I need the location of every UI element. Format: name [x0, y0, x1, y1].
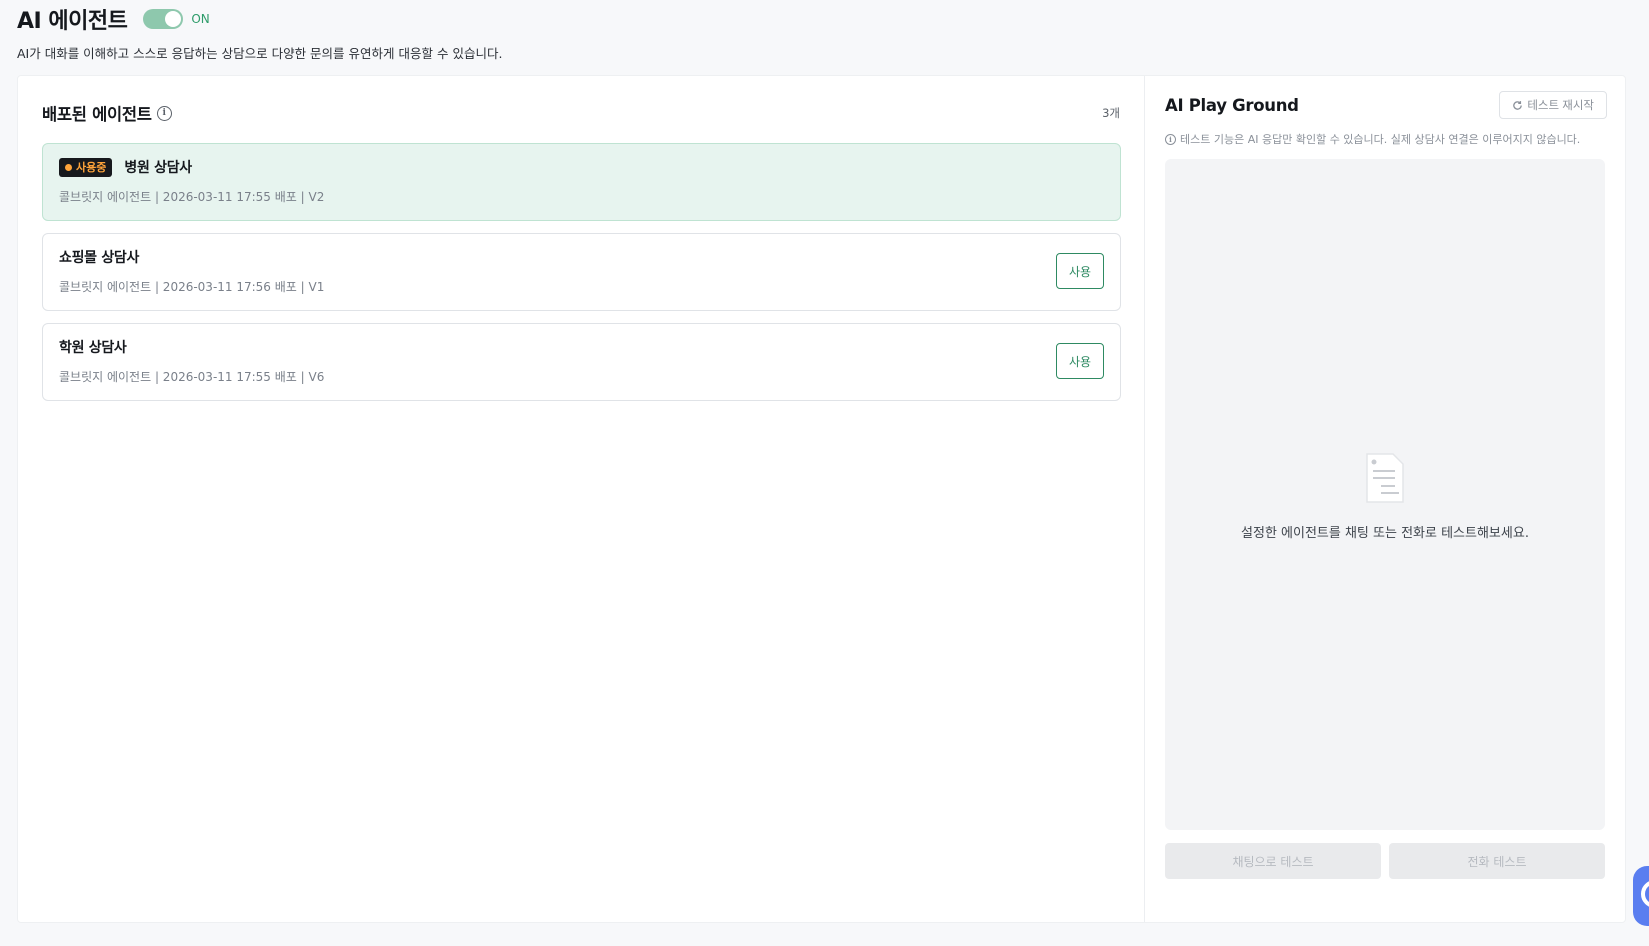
agent-name-row: 쇼핑몰 상담사	[59, 247, 1104, 267]
agent-meta: 콜브릿지 에이전트 | 2026-03-11 17:55 배포 | V6	[59, 370, 325, 384]
agent-list: 사용중 병원 상담사 콜브릿지 에이전트 | 2026-03-11 17:55 …	[42, 143, 1121, 413]
deployed-agents-header: 배포된 에이전트 i 3개	[42, 101, 1120, 125]
playground-buttons: 채팅으로 테스트 전화 테스트	[1165, 843, 1605, 879]
document-icon	[1366, 453, 1404, 503]
chat-test-button[interactable]: 채팅으로 테스트	[1165, 843, 1381, 879]
page-description: AI가 대화를 이해하고 스스로 응답하는 상담으로 다양한 문의를 유연하게 …	[17, 46, 503, 61]
toggle-knob	[165, 11, 182, 27]
agent-name: 쇼핑몰 상담사	[59, 250, 140, 266]
call-test-button[interactable]: 전화 테스트	[1389, 843, 1605, 879]
playground-title: AI Play Ground	[1165, 95, 1299, 115]
status-dot-icon	[65, 163, 72, 171]
info-icon: i	[1165, 133, 1176, 145]
info-icon[interactable]: i	[156, 105, 172, 121]
chat-widget-button[interactable]	[1633, 866, 1649, 926]
title-row: AI 에이전트 ON	[17, 4, 1617, 34]
empty-state-text: 설정한 에이전트를 채팅 또는 전화로 테스트해보세요.	[1241, 526, 1529, 541]
agent-card-hospital[interactable]: 사용중 병원 상담사 콜브릿지 에이전트 | 2026-03-11 17:55 …	[42, 143, 1121, 221]
chat-bubble-icon	[1641, 880, 1649, 908]
agent-meta: 콜브릿지 에이전트 | 2026-03-11 17:55 배포 | V2	[59, 190, 325, 204]
page-title: AI 에이전트	[17, 9, 128, 34]
deployed-agents-title: 배포된 에이전트	[42, 105, 152, 124]
restart-test-button[interactable]: 테스트 재시작	[1499, 91, 1607, 119]
playground-panel: AI Play Ground 테스트 재시작 i 테스트 기능은 AI 응답만 …	[1145, 76, 1627, 922]
playground-chat-area: 설정한 에이전트를 채팅 또는 전화로 테스트해보세요.	[1165, 159, 1605, 830]
agent-name-row: 사용중 병원 상담사	[59, 157, 1104, 177]
restart-test-label: 테스트 재시작	[1527, 100, 1594, 112]
agent-name: 학원 상담사	[59, 340, 127, 356]
toggle-status-label: ON	[191, 12, 210, 26]
deployed-agents-title-wrap: 배포된 에이전트 i	[42, 101, 172, 125]
main-card: 배포된 에이전트 i 3개 사용중 병원 상담사 콜브릿지 에이전트 | 202…	[17, 75, 1626, 923]
use-button[interactable]: 사용	[1056, 253, 1104, 289]
agent-name: 병원 상담사	[124, 160, 192, 176]
agent-name-row: 학원 상담사	[59, 337, 1104, 357]
in-use-badge: 사용중	[59, 157, 113, 177]
page-header: AI 에이전트 ON AI가 대화를 이해하고 스스로 응답하는 상담으로 다양…	[17, 4, 1617, 62]
refresh-icon	[1513, 100, 1523, 110]
in-use-badge-label: 사용중	[76, 161, 107, 174]
agent-card-shopping[interactable]: 쇼핑몰 상담사 콜브릿지 에이전트 | 2026-03-11 17:56 배포 …	[42, 233, 1121, 311]
agent-meta: 콜브릿지 에이전트 | 2026-03-11 17:56 배포 | V1	[59, 280, 325, 294]
agent-count: 3개	[1102, 106, 1120, 120]
use-button[interactable]: 사용	[1056, 343, 1104, 379]
playground-notice: i 테스트 기능은 AI 응답만 확인할 수 있습니다. 실제 상담사 연결은 …	[1165, 131, 1607, 147]
agent-card-academy[interactable]: 학원 상담사 콜브릿지 에이전트 | 2026-03-11 17:55 배포 |…	[42, 323, 1121, 401]
playground-notice-text: 테스트 기능은 AI 응답만 확인할 수 있습니다. 실제 상담사 연결은 이루…	[1180, 133, 1581, 146]
agent-toggle[interactable]	[143, 9, 184, 29]
deployed-agents-panel: 배포된 에이전트 i 3개 사용중 병원 상담사 콜브릿지 에이전트 | 202…	[18, 76, 1145, 922]
playground-header: AI Play Ground 테스트 재시작	[1165, 90, 1607, 120]
